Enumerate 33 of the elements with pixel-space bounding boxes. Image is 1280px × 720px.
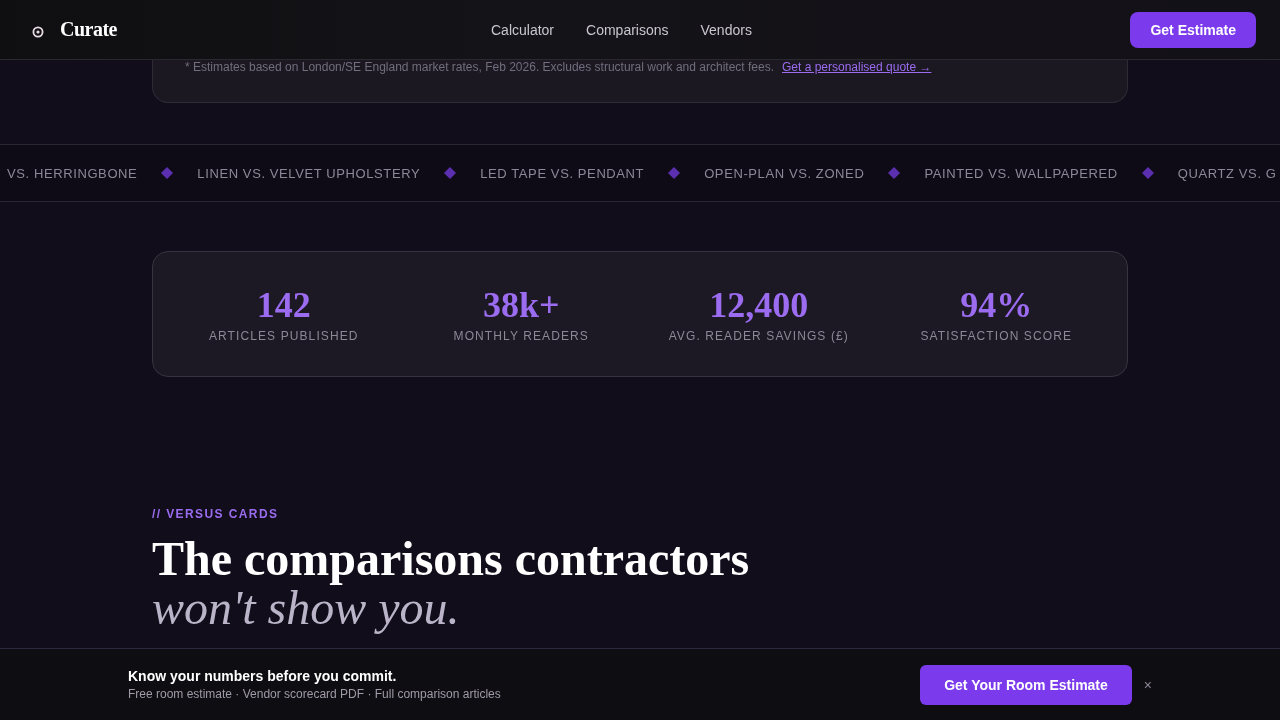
personalised-quote-link[interactable]: Get a personalised quote →: [782, 60, 932, 74]
stat-value: 38k+: [482, 285, 560, 325]
stat-label: ARTICLES PUBLISHED: [208, 329, 359, 343]
brand-name[interactable]: Curate: [60, 18, 117, 41]
cta-bar-subtitle: Free room estimate · Vendor scorecard PDF · Full comparison articles: [128, 687, 501, 701]
close-button[interactable]: ×: [1139, 672, 1156, 697]
nav-link[interactable]: Calculator: [491, 22, 555, 38]
ring-logo-icon: [32, 25, 44, 38]
stat-label: MONTHLY READERS: [453, 329, 589, 343]
estimate-note: * Estimates based on London/SE England market rates, Feb 2026. Excludes structural work and architect fees.: [185, 60, 774, 74]
ticker-item: PAINTED VS. WALLPAPERED: [924, 165, 1118, 181]
section-eyebrow: // VERSUS CARDS: [152, 507, 279, 521]
stat-value: 94%: [960, 285, 1033, 325]
ticker-item: LED TAPE VS. PENDANT: [480, 165, 645, 181]
diamond-icon: [1141, 167, 1154, 179]
get-estimate-button[interactable]: Get Estimate: [1130, 11, 1256, 48]
stat-value: 142: [256, 285, 311, 325]
diamond-icon: [161, 167, 174, 179]
cta-bar-title: Know your numbers before you commit.: [128, 668, 398, 684]
diamond-icon: [668, 167, 681, 179]
stat-label: SATISFACTION SCORE: [920, 329, 1073, 343]
stat-value: 12,400: [709, 285, 809, 325]
stat-label: AVG. READER SAVINGS (£): [668, 329, 849, 343]
ticker-item: VS. HERRINGBONE: [7, 165, 138, 181]
nav-link[interactable]: Comparisons: [586, 22, 669, 38]
room-estimate-button[interactable]: Get Your Room Estimate: [920, 664, 1132, 705]
diamond-icon: [444, 167, 457, 179]
diamond-icon: [888, 167, 901, 179]
ticker-item: LINEN VS. VELVET UPHOLSTERY: [197, 165, 421, 181]
nav-link[interactable]: Vendors: [700, 22, 752, 38]
ticker-item: QUARTZ VS. G: [1177, 165, 1277, 181]
section-title: The comparisons contractors: [152, 533, 750, 585]
ticker-item: OPEN-PLAN VS. ZONED: [704, 165, 865, 181]
